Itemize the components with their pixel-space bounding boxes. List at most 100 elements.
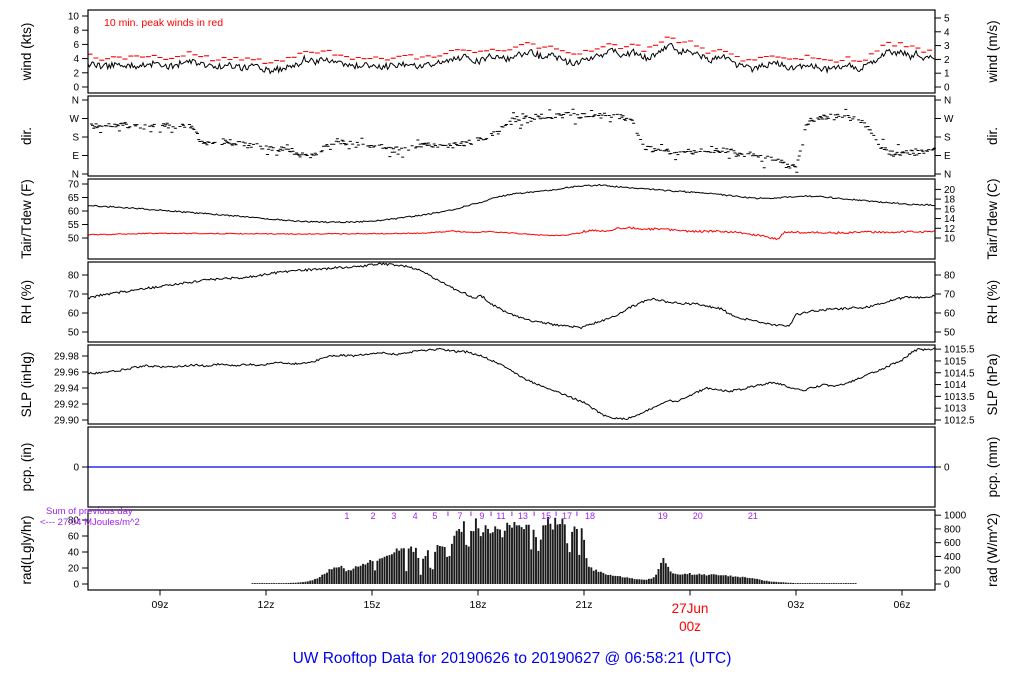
y-tick-label-right-wind: 4 bbox=[944, 27, 950, 38]
y-tick-label-left-rh: 70 bbox=[68, 290, 80, 301]
sum-marker-label: 13 bbox=[518, 511, 528, 521]
y-tick-label-left-slp: 29.96 bbox=[54, 368, 79, 379]
axis-title-left-dir: dir. bbox=[19, 127, 34, 145]
series-tdew_f bbox=[87, 226, 935, 241]
y-tick-label-right-dir: N bbox=[944, 170, 951, 181]
sum-marker-label: 18 bbox=[585, 511, 595, 521]
sum-marker-label: 9 bbox=[479, 511, 484, 521]
x-tick-label: 21z bbox=[576, 599, 593, 611]
y-tick-label-left-wind: 0 bbox=[73, 83, 79, 94]
sum-marker-label: 15 bbox=[541, 511, 551, 521]
series-slp_inhg bbox=[87, 347, 935, 421]
x-tick-label: 06z bbox=[894, 599, 911, 611]
y-tick-label-right-temp: 20 bbox=[944, 185, 956, 196]
axis-title-left-temp: Tair/Tdew (F) bbox=[19, 179, 34, 259]
y-tick-label-left-wind: 2 bbox=[73, 68, 79, 79]
y-tick-label-right-slp: 1015.5 bbox=[944, 345, 975, 356]
y-tick-label-left-rad: 20 bbox=[68, 564, 80, 575]
y-tick-label-right-wind: 0 bbox=[944, 83, 950, 94]
y-tick-label-left-rad: 60 bbox=[68, 532, 80, 543]
y-tick-label-left-rad: 0 bbox=[73, 580, 79, 591]
series-tair_f bbox=[87, 183, 935, 224]
x-tick-label-27jun: 27Jun bbox=[672, 601, 709, 616]
series-wind_speed_kts bbox=[87, 42, 935, 75]
x-tick-label: 03z bbox=[788, 599, 805, 611]
axis-title-left-slp: SLP (inHg) bbox=[19, 352, 34, 418]
annotation-sum-mjoules: <--- 27.04 MJoules/m^2 bbox=[40, 517, 140, 528]
y-tick-label-right-slp: 1013 bbox=[944, 404, 967, 415]
panel-frame-rh bbox=[87, 261, 936, 343]
sum-marker-label: 5 bbox=[432, 511, 437, 521]
series-rh_pct bbox=[87, 262, 935, 330]
x-tick-label: 18z bbox=[470, 599, 487, 611]
y-tick-label-right-slp: 1014.5 bbox=[944, 368, 975, 379]
y-tick-label-right-dir: W bbox=[944, 114, 954, 125]
y-tick-label-right-pcp: 0 bbox=[944, 463, 950, 474]
y-tick-label-left-slp: 29.90 bbox=[54, 416, 79, 427]
y-tick-label-left-dir: E bbox=[72, 151, 79, 162]
x-tick-label: 12z bbox=[258, 599, 275, 611]
y-tick-label-right-wind: 3 bbox=[944, 41, 950, 52]
x-tick-label: 09z bbox=[152, 599, 169, 611]
y-tick-label-right-rh: 60 bbox=[944, 309, 956, 320]
sum-marker-label: 1 bbox=[344, 511, 349, 521]
y-tick-label-left-temp: 70 bbox=[68, 180, 80, 191]
y-tick-label-right-rad: 400 bbox=[944, 552, 961, 563]
y-tick-label-left-rad: 40 bbox=[68, 548, 80, 559]
annotation-peak-winds: 10 min. peak winds in red bbox=[104, 17, 223, 29]
axis-title-left-wind: wind (kts) bbox=[19, 23, 34, 82]
sum-marker-label: 3 bbox=[391, 511, 396, 521]
y-tick-label-left-wind: 10 bbox=[68, 12, 80, 23]
y-tick-label-right-rad: 200 bbox=[944, 566, 961, 577]
y-tick-label-right-dir: S bbox=[944, 133, 951, 144]
y-tick-label-right-rad: 600 bbox=[944, 538, 961, 549]
y-tick-label-right-wind: 5 bbox=[944, 13, 950, 24]
y-tick-label-right-temp: 10 bbox=[944, 234, 956, 245]
y-tick-label-right-dir: N bbox=[944, 96, 951, 107]
y-tick-label-left-rh: 80 bbox=[68, 271, 80, 282]
sum-marker-label: 7 bbox=[457, 511, 462, 521]
panel-frame-temp bbox=[87, 178, 936, 260]
y-tick-label-right-rh: 80 bbox=[944, 271, 956, 282]
y-tick-label-right-slp: 1015 bbox=[944, 356, 967, 367]
sum-marker-label: 2 bbox=[371, 511, 376, 521]
x-tick-label: 15z bbox=[364, 599, 381, 611]
axis-title-right-dir: dir. bbox=[985, 127, 1000, 145]
y-tick-label-left-temp: 50 bbox=[68, 234, 80, 245]
y-tick-label-right-rad: 800 bbox=[944, 524, 961, 535]
y-tick-label-right-wind: 2 bbox=[944, 55, 950, 66]
y-tick-label-right-rh: 50 bbox=[944, 328, 956, 339]
y-tick-label-right-slp: 1013.5 bbox=[944, 392, 975, 403]
y-tick-label-right-temp: 14 bbox=[944, 214, 956, 225]
y-tick-label-right-rh: 70 bbox=[944, 290, 956, 301]
y-tick-label-right-temp: 16 bbox=[944, 204, 956, 215]
y-tick-label-right-rad: 0 bbox=[944, 580, 950, 591]
y-tick-label-right-temp: 18 bbox=[944, 195, 956, 206]
y-tick-label-right-slp: 1014 bbox=[944, 380, 967, 391]
y-tick-label-left-dir: W bbox=[70, 114, 80, 125]
y-tick-label-right-slp: 1012.5 bbox=[944, 416, 975, 427]
y-tick-label-left-pcp: 0 bbox=[73, 463, 79, 474]
y-tick-label-left-rh: 50 bbox=[68, 328, 80, 339]
axis-title-right-pcp: pcp. (mm) bbox=[985, 437, 1000, 498]
sum-marker-label: 19 bbox=[658, 511, 668, 521]
y-tick-label-left-dir: N bbox=[72, 96, 79, 107]
axis-title-left-rad: rad(Lgly/hr) bbox=[19, 515, 34, 584]
meteogram-chart: UW Rooftop Data for 20190626 to 20190627… bbox=[19, 9, 1000, 667]
x-tick-label-00z: 00z bbox=[679, 619, 701, 634]
y-tick-label-left-temp: 55 bbox=[68, 220, 80, 231]
y-tick-label-left-temp: 65 bbox=[68, 193, 80, 204]
y-tick-label-right-temp: 12 bbox=[944, 224, 956, 235]
sum-marker-label: 11 bbox=[496, 511, 505, 521]
series-wind_direction_deg bbox=[89, 108, 936, 173]
y-tick-label-left-wind: 6 bbox=[73, 40, 79, 51]
axis-title-right-slp: SLP (hPa) bbox=[985, 353, 1000, 415]
y-tick-label-left-dir: S bbox=[72, 133, 79, 144]
axis-title-right-rad: rad (W/m^2) bbox=[985, 513, 1000, 587]
y-tick-label-left-wind: 4 bbox=[73, 54, 79, 65]
axis-title-right-temp: Tair/Tdew (C) bbox=[985, 178, 1000, 259]
y-tick-label-left-slp: 29.94 bbox=[54, 384, 79, 395]
sum-marker-label: 17 bbox=[562, 511, 572, 521]
panel-frame-dir bbox=[87, 95, 936, 177]
y-tick-label-right-rad: 1000 bbox=[944, 511, 967, 522]
